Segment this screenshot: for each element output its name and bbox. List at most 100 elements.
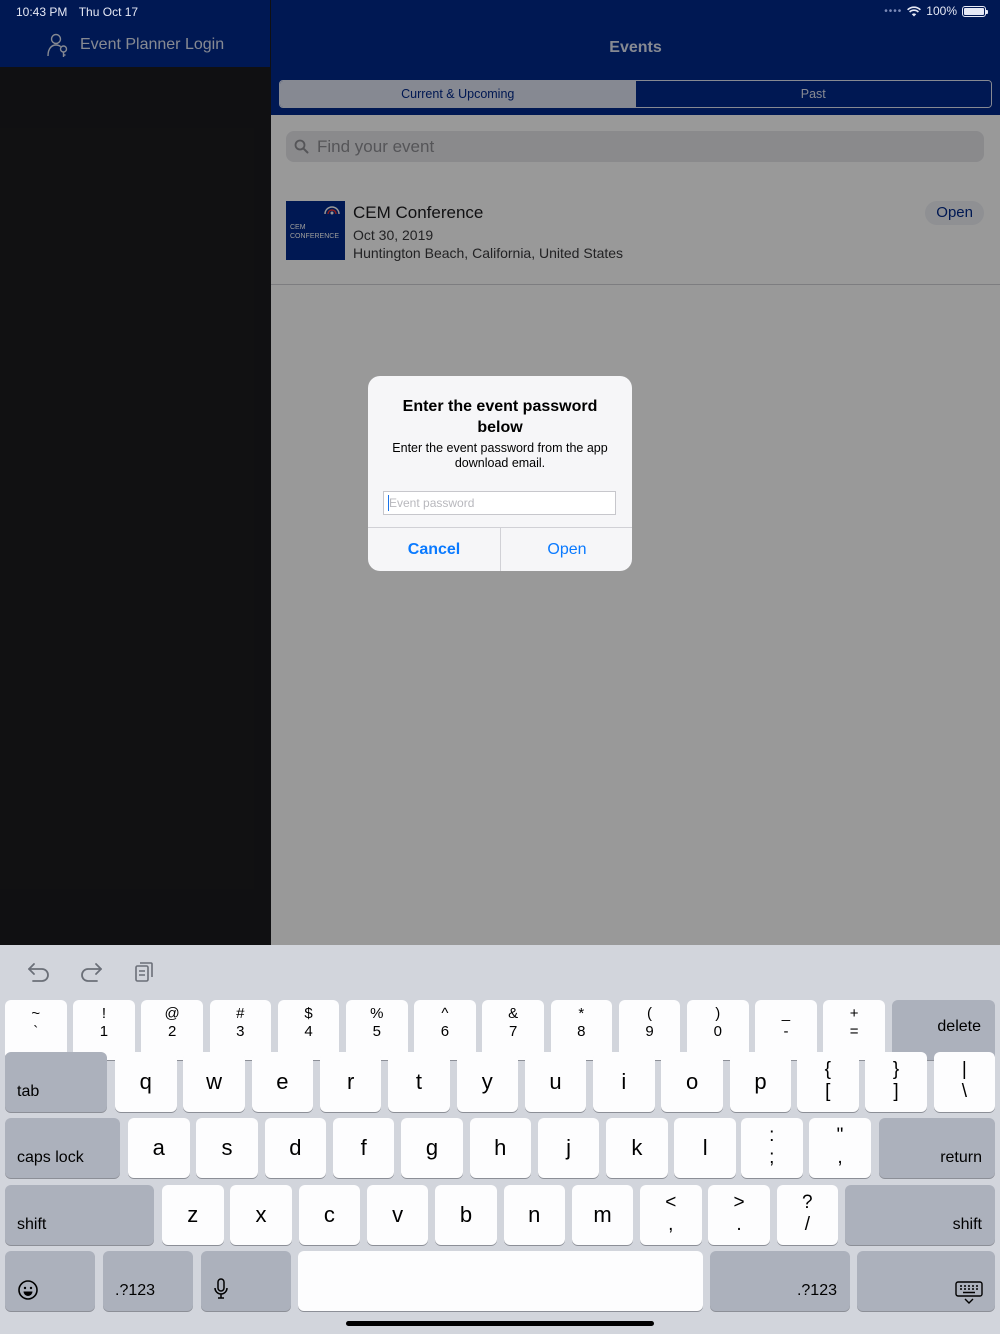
redo-icon[interactable] bbox=[79, 961, 103, 983]
tab-key[interactable]: tab bbox=[5, 1052, 107, 1112]
key-number-9[interactable]: (9 bbox=[618, 1000, 681, 1060]
key-number-12-bottom: = bbox=[849, 1023, 859, 1040]
key-o[interactable]: o bbox=[661, 1052, 723, 1112]
key-number-2-top: @ bbox=[164, 1005, 180, 1022]
return-key[interactable]: return bbox=[879, 1118, 995, 1178]
key-number-7[interactable]: & 7 bbox=[482, 1000, 544, 1060]
key-q[interactable]: q bbox=[115, 1052, 177, 1112]
key-d[interactable]: d bbox=[264, 1118, 327, 1178]
key-punct-0-bottom: ; bbox=[769, 1147, 775, 1168]
open-button[interactable]: Open bbox=[501, 528, 632, 571]
text-caret bbox=[388, 495, 389, 511]
signal-dots-icon: •••• bbox=[884, 5, 903, 17]
key-p[interactable]: p bbox=[729, 1052, 792, 1112]
key-punct-0[interactable]: :; bbox=[741, 1118, 803, 1178]
password-alert: Enter the event password below Enter the… bbox=[368, 376, 632, 571]
numbers-key-left[interactable]: .?123 bbox=[103, 1251, 193, 1311]
key-number-7-bottom: 7 bbox=[508, 1023, 518, 1040]
key-number-7-top: & bbox=[508, 1005, 519, 1022]
key-x[interactable]: x bbox=[230, 1185, 292, 1245]
key-n[interactable]: n bbox=[503, 1185, 565, 1245]
key-symbol-0-top: < bbox=[665, 1192, 677, 1213]
key-number-4-top: $ bbox=[304, 1005, 313, 1022]
key-v[interactable]: v bbox=[366, 1185, 429, 1245]
key-number-2[interactable]: @2 bbox=[141, 1000, 203, 1060]
key-number-3[interactable]: #3 bbox=[209, 1000, 272, 1060]
key-bracket-1-bottom: ] bbox=[893, 1081, 899, 1102]
key-bracket-2-top: | bbox=[961, 1059, 967, 1080]
key-z[interactable]: z bbox=[162, 1185, 224, 1245]
key-number-6[interactable]: ^ 6 bbox=[414, 1000, 476, 1060]
key-f[interactable]: f bbox=[332, 1118, 395, 1178]
key-number-10-bottom: 0 bbox=[713, 1023, 722, 1040]
key-number-12[interactable]: + = bbox=[823, 1000, 885, 1060]
key-k[interactable]: k bbox=[606, 1118, 668, 1178]
paste-icon[interactable] bbox=[134, 961, 154, 983]
status-time: 10:43 PM bbox=[16, 5, 68, 19]
key-number-5[interactable]: % 5 bbox=[346, 1000, 408, 1060]
battery-percent: 100% bbox=[926, 4, 957, 18]
key-symbol-1[interactable]: >. bbox=[708, 1185, 770, 1245]
emoji-icon bbox=[18, 1280, 38, 1300]
key-e[interactable]: e bbox=[251, 1052, 314, 1112]
key-number-2-bottom: 2 bbox=[167, 1023, 177, 1040]
numbers-key-right[interactable]: .?123 bbox=[710, 1251, 850, 1311]
key-symbol-0-bottom: , bbox=[668, 1214, 674, 1235]
key-bracket-1[interactable]: }] bbox=[865, 1052, 927, 1112]
status-indicators: •••• 100% bbox=[884, 4, 988, 18]
key-g[interactable]: g bbox=[401, 1118, 463, 1178]
key-number-12-top: + bbox=[849, 1005, 859, 1022]
key-symbol-2-bottom: / bbox=[804, 1214, 810, 1235]
key-number-10[interactable]: ) 0 bbox=[687, 1000, 749, 1060]
key-b[interactable]: b bbox=[435, 1185, 497, 1245]
right-shift-key[interactable]: shift bbox=[845, 1185, 995, 1245]
key-bracket-0-bottom: [ bbox=[825, 1081, 831, 1102]
key-m[interactable]: m bbox=[571, 1185, 634, 1245]
key-bracket-0-top: { bbox=[824, 1059, 831, 1080]
key-a[interactable]: a bbox=[128, 1118, 190, 1178]
key-l[interactable]: l bbox=[674, 1118, 736, 1178]
key-bracket-2-bottom: \ bbox=[961, 1081, 967, 1102]
undo-icon[interactable] bbox=[27, 961, 51, 983]
key-c[interactable]: c bbox=[298, 1185, 361, 1245]
key-number-4-bottom: 4 bbox=[304, 1023, 313, 1040]
key-number-9-bottom: 9 bbox=[645, 1023, 654, 1040]
delete-key[interactable]: delete bbox=[892, 1000, 995, 1060]
key-number-1[interactable]: ! 1 bbox=[73, 1000, 135, 1060]
key-y[interactable]: y bbox=[456, 1052, 518, 1112]
key-number-4[interactable]: $4 bbox=[277, 1000, 340, 1060]
key-punct-1-bottom: , bbox=[837, 1147, 843, 1168]
key-number-0[interactable]: ~ ` bbox=[5, 1000, 67, 1060]
space-bar[interactable] bbox=[298, 1251, 703, 1311]
key-punct-1[interactable]: ", bbox=[809, 1118, 871, 1178]
key-number-1-bottom: 1 bbox=[99, 1023, 109, 1040]
emoji-key[interactable] bbox=[5, 1251, 95, 1311]
cancel-button[interactable]: Cancel bbox=[368, 528, 500, 571]
delete-key-label: delete bbox=[937, 1018, 981, 1035]
caps-lock-key[interactable]: caps lock bbox=[5, 1118, 120, 1178]
keyboard-dismiss-key[interactable] bbox=[857, 1251, 995, 1311]
key-t[interactable]: t bbox=[388, 1052, 450, 1112]
key-symbol-2[interactable]: ? / bbox=[776, 1185, 839, 1245]
key-h[interactable]: h bbox=[469, 1118, 531, 1178]
on-screen-keyboard: ~ `! 1 @2 #3 $4% 5 ^ 6 & 7 * 8(9) 0 _ - + = delete tab q w e r t… bbox=[0, 945, 1000, 1334]
key-symbol-1-top: > bbox=[733, 1192, 745, 1213]
left-shift-key[interactable]: shift bbox=[5, 1185, 154, 1245]
key-j[interactable]: j bbox=[537, 1118, 600, 1178]
key-symbol-2-top: ? bbox=[802, 1192, 813, 1213]
key-number-11[interactable]: _ - bbox=[755, 1000, 817, 1060]
key-i[interactable]: i bbox=[593, 1052, 655, 1112]
dictation-key[interactable] bbox=[201, 1251, 291, 1311]
key-u[interactable]: u bbox=[524, 1052, 587, 1112]
key-punct-0-top: : bbox=[769, 1125, 775, 1146]
key-number-8[interactable]: * 8 bbox=[550, 1000, 613, 1060]
key-bracket-0[interactable]: {[ bbox=[797, 1052, 859, 1112]
event-password-field[interactable] bbox=[383, 491, 616, 515]
left-shift-label: shift bbox=[17, 1216, 47, 1233]
key-r[interactable]: r bbox=[319, 1052, 382, 1112]
key-s[interactable]: s bbox=[196, 1118, 258, 1178]
key-w[interactable]: w bbox=[183, 1052, 245, 1112]
status-bar: 10:43 PM Thu Oct 17 •••• 100% bbox=[0, 0, 1000, 22]
key-symbol-0[interactable]: <, bbox=[640, 1185, 702, 1245]
key-bracket-2[interactable]: | \ bbox=[933, 1052, 996, 1112]
